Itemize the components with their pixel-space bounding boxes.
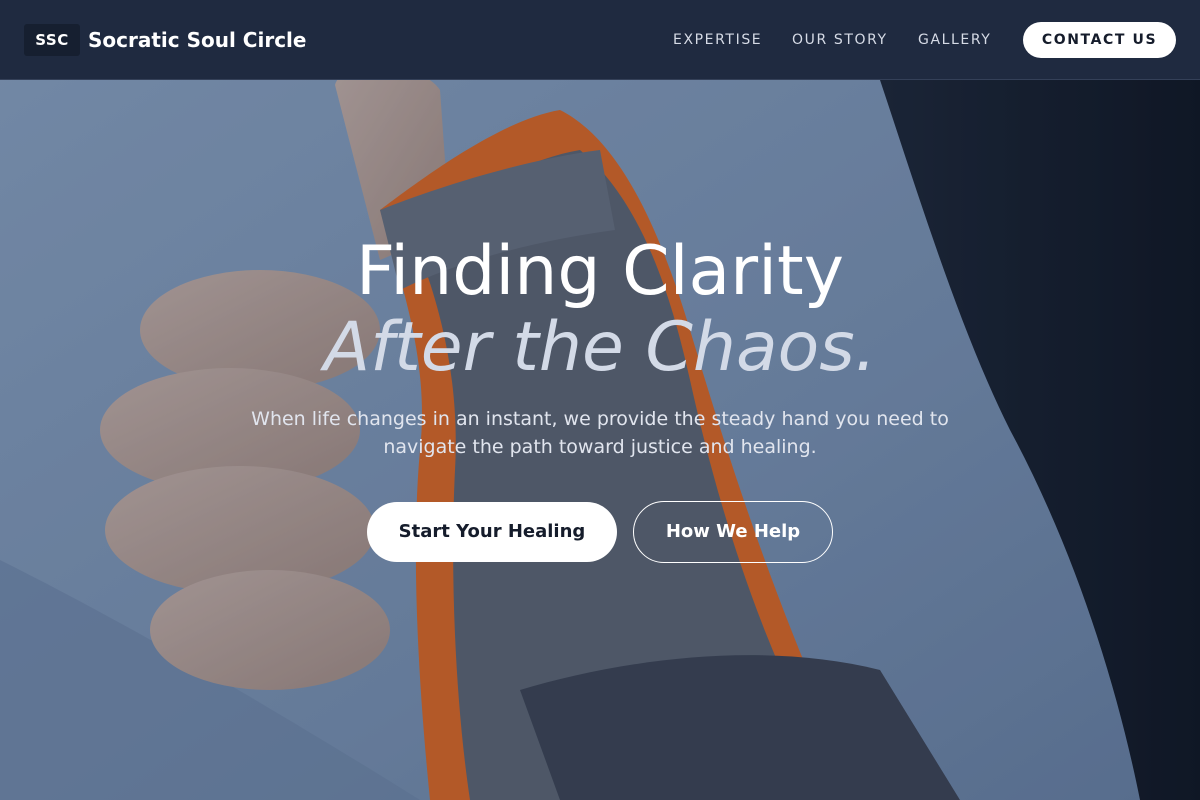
logo-badge[interactable]: SSC bbox=[24, 24, 80, 56]
hero-title-line-2: After the Chaos. bbox=[323, 308, 877, 387]
how-we-help-button[interactable]: How We Help bbox=[633, 501, 833, 563]
contact-us-button[interactable]: CONTACT US bbox=[1023, 22, 1176, 58]
hero-subtitle: When life changes in an instant, we prov… bbox=[251, 408, 949, 458]
start-your-healing-button[interactable]: Start Your Healing bbox=[367, 502, 617, 562]
nav-link-our-story[interactable]: OUR STORY bbox=[792, 28, 888, 52]
brand-name[interactable]: Socratic Soul Circle bbox=[88, 26, 306, 54]
top-navigation-bar: SSC Socratic Soul Circle EXPERTISE OUR S… bbox=[0, 0, 1200, 80]
hero-dark-overlay bbox=[0, 0, 1200, 800]
hero-title-line-1: Finding Clarity bbox=[356, 232, 844, 311]
nav-link-gallery[interactable]: GALLERY bbox=[918, 28, 991, 52]
hero-background-image bbox=[0, 0, 1200, 800]
nav-link-expertise[interactable]: EXPERTISE bbox=[673, 28, 762, 52]
